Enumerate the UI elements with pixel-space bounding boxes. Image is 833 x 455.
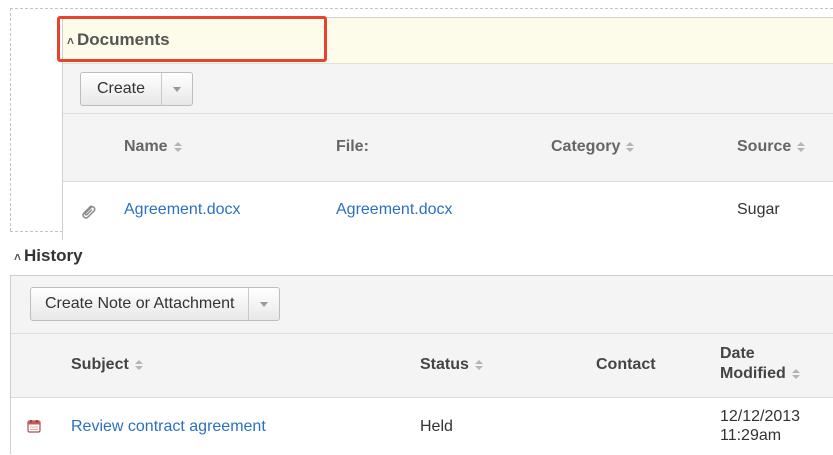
create-note-or-attachment-button[interactable]: Create Note or Attachment <box>31 288 248 320</box>
documents-title-label: Documents <box>77 30 170 49</box>
history-title-label: History <box>24 246 83 265</box>
sort-icon[interactable] <box>626 142 635 152</box>
column-header-status[interactable]: Status <box>420 356 483 374</box>
document-file-link[interactable]: Agreement.docx <box>336 201 453 219</box>
history-subject-link[interactable]: Review contract agreement <box>71 418 266 436</box>
history-toolbar: Create Note or Attachment <box>11 276 833 334</box>
history-table-header: Subject Status Contact Date Modified <box>11 334 833 398</box>
documents-create-button[interactable]: Create <box>81 73 161 105</box>
history-date: 12/12/2013 <box>720 408 801 425</box>
sort-icon[interactable] <box>134 360 143 370</box>
column-header-source[interactable]: Source <box>737 138 806 156</box>
column-header-source-label: Source <box>737 138 792 155</box>
documents-title[interactable]: ˄ Documents <box>67 30 170 50</box>
drag-outline-bottom <box>10 231 63 232</box>
column-header-date-label-line1: Date <box>720 345 755 362</box>
documents-table-header: Name File: Category Source <box>63 114 833 182</box>
column-header-file: File: <box>336 138 369 156</box>
history-subpanel: Create Note or Attachment Subject Status… <box>10 275 833 455</box>
history-time: 11:29am <box>720 427 782 444</box>
column-header-name-label: Name <box>124 138 168 155</box>
column-header-contact-label: Contact <box>596 356 656 373</box>
drag-outline-top <box>10 8 833 9</box>
documents-create-split-button: Create <box>80 72 194 106</box>
document-source: Sugar <box>737 201 780 218</box>
column-header-status-label: Status <box>420 356 469 373</box>
calendar-icon <box>27 420 41 433</box>
drag-outline-left <box>10 8 11 231</box>
sort-icon[interactable] <box>797 142 806 152</box>
history-date-modified: 12/12/2013 11:29am <box>720 407 800 445</box>
documents-create-dropdown-button[interactable] <box>161 73 192 105</box>
column-header-file-label: File: <box>336 138 369 155</box>
sort-icon[interactable] <box>791 369 800 379</box>
document-name-link[interactable]: Agreement.docx <box>124 201 241 219</box>
caret-down-icon <box>260 301 269 307</box>
column-header-contact: Contact <box>596 356 656 374</box>
column-header-date-label-line2: Modified <box>720 365 786 382</box>
documents-subpanel: ˄ Documents Create Name File: Category S… <box>62 17 833 240</box>
documents-toolbar: Create <box>63 64 833 114</box>
history-title[interactable]: ˄ History <box>14 246 83 266</box>
table-row: Review contract agreement Held 12/12/201… <box>11 398 833 455</box>
history-status: Held <box>420 418 453 435</box>
caret-down-icon <box>173 86 182 92</box>
sort-icon[interactable] <box>474 360 483 370</box>
column-header-date-modified[interactable]: Date Modified <box>720 344 800 384</box>
paperclip-icon <box>82 205 96 219</box>
column-header-subject[interactable]: Subject <box>71 356 143 374</box>
history-create-dropdown-button[interactable] <box>248 288 279 320</box>
column-header-category[interactable]: Category <box>551 138 635 156</box>
documents-subpanel-header[interactable]: ˄ Documents <box>63 18 833 64</box>
column-header-subject-label: Subject <box>71 356 129 373</box>
column-header-category-label: Category <box>551 138 621 155</box>
sort-icon[interactable] <box>173 142 182 152</box>
table-row: Agreement.docx Agreement.docx Sugar <box>63 182 833 240</box>
double-chevron-up-icon[interactable]: ˄ <box>14 251 21 263</box>
history-create-split-button: Create Note or Attachment <box>30 287 281 321</box>
double-chevron-up-icon[interactable]: ˄ <box>67 35 74 47</box>
column-header-name[interactable]: Name <box>124 138 182 156</box>
